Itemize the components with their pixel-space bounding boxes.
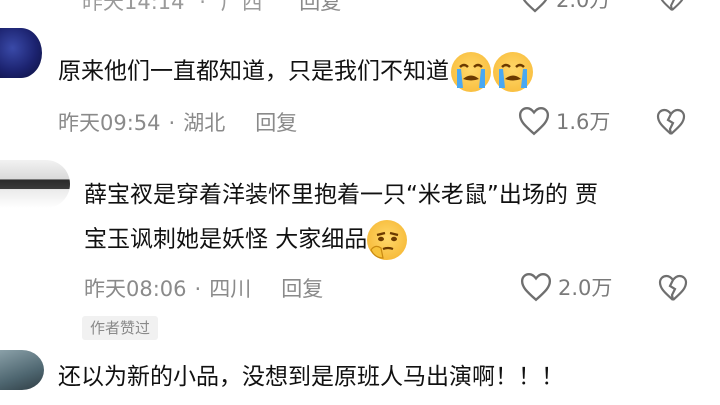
like-count: 2.0万 [556,0,611,12]
comment-location: 四川 [209,277,252,301]
heart-outline-icon [518,107,550,136]
comment-time: 昨天09:54 [58,111,161,135]
comment-text: 还以为新的小品，没想到是原班人马出演啊！！！ [58,364,564,390]
like-count: 1.6万 [556,110,611,134]
comment-time: 昨天08:06 [84,277,187,301]
reply-button[interactable]: 回复 [281,274,323,304]
loudly-crying-face-icon [451,52,491,92]
loudly-crying-face-icon [493,52,533,92]
comment-text: 原来他们一直都知道，只是我们不知道 [58,52,533,92]
previous-comment-meta: 昨天14:14 · 广西 回复 [82,0,341,16]
comment-meta: 昨天09:54 · 湖北 回复 [58,108,297,138]
broken-heart-icon [660,0,684,11]
broken-heart-icon [658,274,688,301]
comment-list: 昨天14:14 · 广西 回复 2.0万 原来他们一直都知道，只是我们不知道 昨… [0,0,720,405]
like-button[interactable]: 1.6万 [518,106,610,136]
comment-location: 湖北 [183,111,226,135]
broken-heart-icon [656,108,686,135]
avatar[interactable] [0,350,44,390]
dislike-button[interactable] [658,274,688,306]
avatar[interactable] [0,28,42,78]
like-button[interactable]: 2.0万 [520,0,610,14]
dislike-button[interactable] [656,108,686,140]
reply-button[interactable]: 回复 [255,108,297,138]
comment-meta: 昨天08:06 · 四川 回复 [84,274,323,304]
comment-time: 昨天14:14 [82,0,185,14]
heart-outline-icon [522,0,548,13]
dislike-button[interactable] [658,0,686,16]
comment-text-line-2: 宝玉讽刺她是妖怪 大家细品 [84,220,408,260]
avatar[interactable] [0,160,70,208]
like-button[interactable]: 2.0万 [520,272,612,302]
author-liked-badge: 作者赞过 [82,316,159,340]
thinking-face-icon [367,220,408,260]
heart-outline-icon [520,273,552,302]
reply-button[interactable]: 回复 [299,0,341,14]
like-count: 2.0万 [558,276,613,300]
comment-location: 广西 [220,0,263,14]
comment-text: 薛宝衩是穿着洋装怀里抱着一只“米老鼠”出场的 贾 [84,182,599,208]
